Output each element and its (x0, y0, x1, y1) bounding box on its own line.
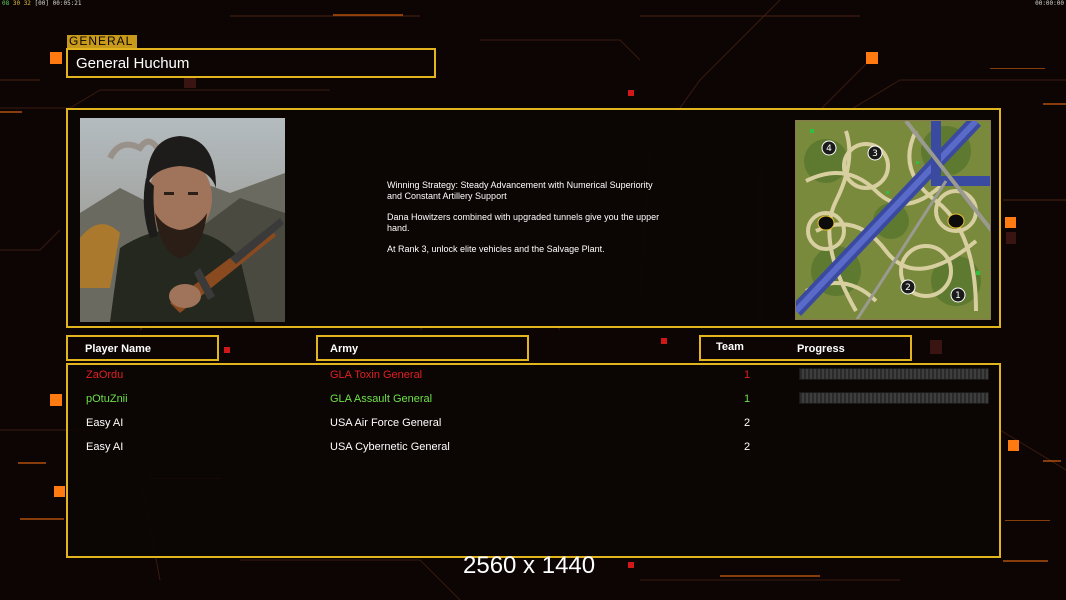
progress-bar (799, 368, 989, 380)
general-tag: GENERAL (67, 35, 137, 48)
progress-bar (799, 392, 989, 404)
player-team: 2 (744, 417, 751, 429)
howitzer-text: Dana Howitzers combined with upgraded tu… (387, 212, 660, 233)
player-team: 1 (744, 393, 751, 405)
header-player-name: Player Name (66, 335, 219, 361)
rank-text: At Rank 3, unlock elite vehicles and the… (387, 244, 605, 254)
player-name: pOtuZnii (86, 393, 128, 405)
header-army-label: Army (330, 343, 359, 355)
start-marker-3[interactable]: 3 (872, 149, 878, 159)
start-marker-1[interactable]: 1 (955, 291, 961, 301)
general-name-box: General Huchum (66, 48, 436, 78)
header-progress-label: Progress (797, 343, 845, 355)
header-team-progress: Team Progress (699, 335, 912, 361)
general-description: Winning Strategy: Steady Advancement wit… (387, 180, 717, 265)
general-name: General Huchum (76, 55, 190, 72)
strategy-text: Winning Strategy: Steady Advancement wit… (387, 180, 653, 201)
general-portrait (80, 118, 285, 322)
player-army: USA Air Force General (330, 417, 442, 429)
hud-numbers: 30 32 (12, 0, 31, 7)
player-army: GLA Toxin General (330, 369, 423, 381)
hud-clock: 00:00:00 (1035, 0, 1064, 7)
header-player-name-label: Player Name (85, 343, 152, 355)
table-row: Easy AI USA Cybernetic General 2 (68, 439, 999, 459)
player-name: ZaOrdu (86, 369, 124, 381)
player-army: USA Cybernetic General (330, 441, 450, 453)
player-name: Easy AI (86, 441, 124, 453)
fps-readout: 08 30 32 [00] 00:05:21 (2, 0, 82, 7)
player-team: 1 (744, 369, 751, 381)
table-row: pOtuZnii GLA Assault General 1 (68, 391, 999, 411)
header-army: Army (316, 335, 529, 361)
hud-elapsed-time: 00:05:21 (52, 0, 82, 7)
players-table: ZaOrdu GLA Toxin General 1 pOtuZnii GLA … (66, 363, 1001, 558)
start-marker-4[interactable]: 4 (826, 144, 832, 154)
map-preview[interactable]: 4 3 2 1 (795, 120, 991, 320)
table-row: Easy AI USA Air Force General 2 (68, 415, 999, 435)
player-name: Easy AI (86, 417, 124, 429)
header-team-label: Team (716, 341, 744, 353)
start-marker-2[interactable]: 2 (905, 283, 911, 293)
resolution-label: 2560 x 1440 (463, 552, 596, 579)
hud-green-value: 08 (2, 0, 10, 7)
general-info-panel: Winning Strategy: Steady Advancement wit… (66, 108, 1001, 328)
hud-dim-value: [00] (34, 0, 49, 7)
player-army: GLA Assault General (330, 393, 433, 405)
player-team: 2 (744, 441, 751, 453)
table-row: ZaOrdu GLA Toxin General 1 (68, 367, 999, 387)
